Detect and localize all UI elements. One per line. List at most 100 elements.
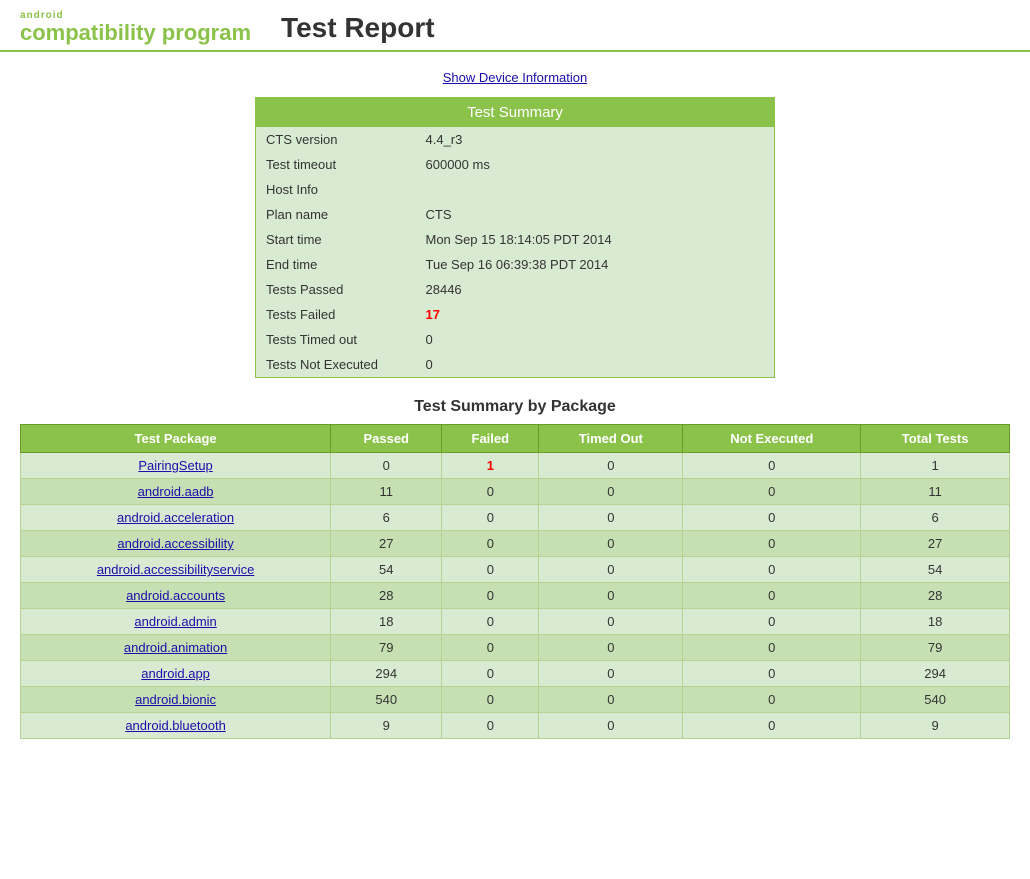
package-name-cell: PairingSetup [21,453,331,479]
package-cell: 0 [442,505,539,531]
package-cell: 6 [331,505,442,531]
summary-label: Tests Failed [256,302,416,327]
summary-row: Tests Failed17 [256,302,775,327]
package-name-cell: android.admin [21,609,331,635]
summary-value: 4.4_r3 [416,127,775,152]
summary-row: CTS version4.4_r3 [256,127,775,152]
device-info-section: Show Device Information [20,70,1010,85]
package-cell: 6 [861,505,1010,531]
summary-body: CTS version4.4_r3Test timeout600000 msHo… [256,127,775,378]
summary-value: 600000 ms [416,152,775,177]
package-cell: 0 [539,557,683,583]
summary-row: Plan nameCTS [256,202,775,227]
package-link[interactable]: PairingSetup [138,458,212,473]
package-table-body: PairingSetup01001android.aadb1100011andr… [21,453,1010,739]
summary-label: End time [256,252,416,277]
summary-value: CTS [416,202,775,227]
package-cell: 0 [539,505,683,531]
package-cell: 9 [861,713,1010,739]
package-cell: 0 [539,479,683,505]
summary-row: Tests Passed28446 [256,277,775,302]
summary-row: Tests Not Executed0 [256,352,775,378]
package-header-row: Test PackagePassedFailedTimed OutNot Exe… [21,425,1010,453]
package-link[interactable]: android.app [141,666,210,681]
package-link[interactable]: android.accessibility [117,536,233,551]
package-cell: 0 [539,713,683,739]
package-cell: 54 [861,557,1010,583]
summary-value: 28446 [416,277,775,302]
summary-value: 0 [416,327,775,352]
package-cell: 0 [683,661,861,687]
package-cell: 11 [861,479,1010,505]
device-info-link[interactable]: Show Device Information [443,70,588,85]
package-cell: 18 [861,609,1010,635]
package-col-header: Total Tests [861,425,1010,453]
summary-label: Plan name [256,202,416,227]
table-row: android.aadb1100011 [21,479,1010,505]
package-cell: 0 [442,661,539,687]
table-row: android.accessibilityservice5400054 [21,557,1010,583]
package-link[interactable]: android.accessibilityservice [97,562,255,577]
package-cell: 0 [539,635,683,661]
package-cell: 0 [683,557,861,583]
table-row: android.accounts2800028 [21,583,1010,609]
package-cell: 0 [539,687,683,713]
package-name-cell: android.app [21,661,331,687]
package-cell: 0 [442,609,539,635]
package-name-cell: android.bluetooth [21,713,331,739]
package-link[interactable]: android.aadb [138,484,214,499]
content: Show Device Information Test Summary CTS… [0,52,1030,749]
package-cell: 294 [331,661,442,687]
summary-label: CTS version [256,127,416,152]
package-cell: 540 [861,687,1010,713]
summary-row: Tests Timed out0 [256,327,775,352]
compat-label: compatibility program [20,21,251,45]
package-col-header: Timed Out [539,425,683,453]
package-cell: 0 [442,635,539,661]
package-cell: 54 [331,557,442,583]
table-row: android.animation7900079 [21,635,1010,661]
page-title: Test Report [281,12,435,44]
package-table-header: Test PackagePassedFailedTimed OutNot Exe… [21,425,1010,453]
summary-label: Host Info [256,177,416,202]
package-link[interactable]: android.admin [134,614,216,629]
package-link[interactable]: android.animation [124,640,227,655]
summary-table: Test Summary CTS version4.4_r3Test timeo… [255,97,775,378]
package-link[interactable]: android.bionic [135,692,216,707]
package-cell: 18 [331,609,442,635]
table-row: android.app294000294 [21,661,1010,687]
package-cell: 27 [331,531,442,557]
package-name-cell: android.acceleration [21,505,331,531]
table-row: android.bluetooth90009 [21,713,1010,739]
logo-area: android compatibility program [20,10,251,45]
package-col-header: Test Package [21,425,331,453]
package-cell: 1 [861,453,1010,479]
package-name-cell: android.accessibilityservice [21,557,331,583]
package-cell: 79 [861,635,1010,661]
summary-title: Test Summary [256,98,775,128]
table-row: android.accessibility2700027 [21,531,1010,557]
package-name-cell: android.accessibility [21,531,331,557]
summary-row: End timeTue Sep 16 06:39:38 PDT 2014 [256,252,775,277]
summary-value: Mon Sep 15 18:14:05 PDT 2014 [416,227,775,252]
package-link[interactable]: android.acceleration [117,510,234,525]
package-cell: 0 [539,531,683,557]
summary-value: Tue Sep 16 06:39:38 PDT 2014 [416,252,775,277]
package-cell: 0 [539,661,683,687]
package-cell: 0 [683,505,861,531]
package-name-cell: android.accounts [21,583,331,609]
package-cell: 0 [539,583,683,609]
summary-value [416,177,775,202]
table-row: android.admin1800018 [21,609,1010,635]
package-cell: 0 [331,453,442,479]
package-link[interactable]: android.bluetooth [125,718,225,733]
package-link[interactable]: android.accounts [126,588,225,603]
package-cell: 0 [683,453,861,479]
summary-row: Start timeMon Sep 15 18:14:05 PDT 2014 [256,227,775,252]
package-cell: 0 [442,557,539,583]
summary-value: 17 [416,302,775,327]
package-name-cell: android.animation [21,635,331,661]
header: android compatibility program Test Repor… [0,0,1030,52]
package-cell: 0 [539,453,683,479]
package-cell: 0 [683,531,861,557]
